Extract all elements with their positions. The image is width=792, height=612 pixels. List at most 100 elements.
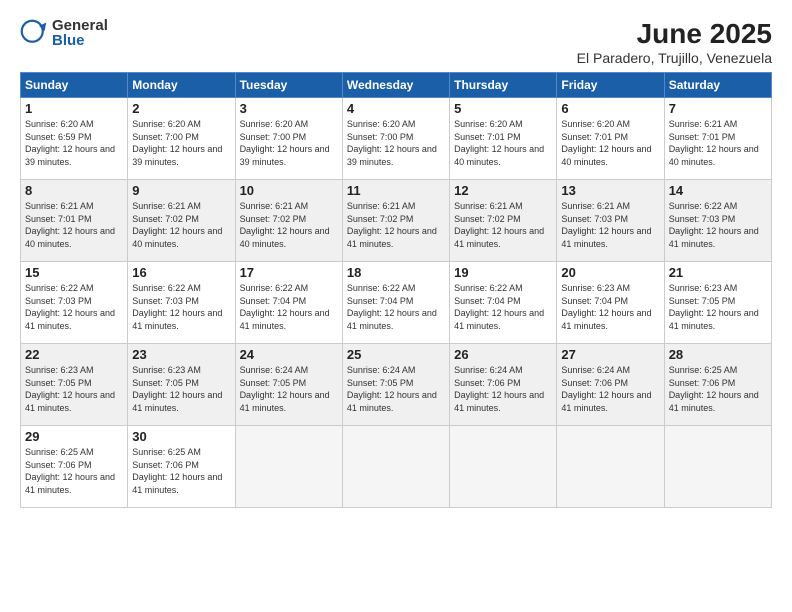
col-monday: Monday — [128, 73, 235, 98]
logo-icon — [20, 19, 48, 47]
day-info: Sunrise: 6:20 AMSunset: 6:59 PMDaylight:… — [25, 118, 123, 168]
day-info: Sunrise: 6:22 AMSunset: 7:03 PMDaylight:… — [669, 200, 767, 250]
table-row: 23 Sunrise: 6:23 AMSunset: 7:05 PMDayligh… — [128, 344, 235, 426]
day-info: Sunrise: 6:22 AMSunset: 7:03 PMDaylight:… — [25, 282, 123, 332]
table-row: 18 Sunrise: 6:22 AMSunset: 7:04 PMDayligh… — [342, 262, 449, 344]
location: El Paradero, Trujillo, Venezuela — [577, 50, 772, 66]
day-info: Sunrise: 6:21 AMSunset: 7:01 PMDaylight:… — [669, 118, 767, 168]
day-info: Sunrise: 6:22 AMSunset: 7:04 PMDaylight:… — [347, 282, 445, 332]
day-info: Sunrise: 6:21 AMSunset: 7:02 PMDaylight:… — [240, 200, 338, 250]
logo-text: General Blue — [52, 18, 108, 48]
day-info: Sunrise: 6:21 AMSunset: 7:03 PMDaylight:… — [561, 200, 659, 250]
table-row: 17Sunrise: 6:22 AMSunset: 7:04 PMDayligh… — [235, 262, 342, 344]
calendar-week-row: 8 Sunrise: 6:21 AMSunset: 7:01 PMDaylight… — [21, 180, 772, 262]
header: General Blue June 2025 El Paradero, Truj… — [20, 18, 772, 66]
day-number: 22 — [25, 347, 123, 362]
table-row — [557, 426, 664, 508]
day-info: Sunrise: 6:20 AMSunset: 7:00 PMDaylight:… — [347, 118, 445, 168]
col-saturday: Saturday — [664, 73, 771, 98]
day-info: Sunrise: 6:24 AMSunset: 7:05 PMDaylight:… — [240, 364, 338, 414]
table-row: 30Sunrise: 6:25 AMSunset: 7:06 PMDayligh… — [128, 426, 235, 508]
calendar-table: Sunday Monday Tuesday Wednesday Thursday… — [20, 72, 772, 508]
day-info: Sunrise: 6:24 AMSunset: 7:06 PMDaylight:… — [561, 364, 659, 414]
day-number: 27 — [561, 347, 659, 362]
day-number: 8 — [25, 183, 123, 198]
day-number: 1 — [25, 101, 123, 116]
day-info: Sunrise: 6:23 AMSunset: 7:05 PMDaylight:… — [25, 364, 123, 414]
table-row: 12 Sunrise: 6:21 AMSunset: 7:02 PMDayligh… — [450, 180, 557, 262]
table-row: 28Sunrise: 6:25 AMSunset: 7:06 PMDayligh… — [664, 344, 771, 426]
day-info: Sunrise: 6:24 AMSunset: 7:06 PMDaylight:… — [454, 364, 552, 414]
day-number: 17 — [240, 265, 338, 280]
day-number: 11 — [347, 183, 445, 198]
logo-blue-text: Blue — [52, 33, 108, 48]
calendar-header-row: Sunday Monday Tuesday Wednesday Thursday… — [21, 73, 772, 98]
table-row: 8 Sunrise: 6:21 AMSunset: 7:01 PMDaylight… — [21, 180, 128, 262]
day-number: 6 — [561, 101, 659, 116]
table-row: 13 Sunrise: 6:21 AMSunset: 7:03 PMDayligh… — [557, 180, 664, 262]
day-info: Sunrise: 6:20 AMSunset: 7:00 PMDaylight:… — [240, 118, 338, 168]
day-info: Sunrise: 6:25 AMSunset: 7:06 PMDaylight:… — [25, 446, 123, 496]
table-row: 5Sunrise: 6:20 AMSunset: 7:01 PMDaylight… — [450, 98, 557, 180]
col-tuesday: Tuesday — [235, 73, 342, 98]
table-row: 29 Sunrise: 6:25 AMSunset: 7:06 PMDayligh… — [21, 426, 128, 508]
day-info: Sunrise: 6:20 AMSunset: 7:01 PMDaylight:… — [454, 118, 552, 168]
table-row: 7Sunrise: 6:21 AMSunset: 7:01 PMDaylight… — [664, 98, 771, 180]
day-number: 21 — [669, 265, 767, 280]
day-info: Sunrise: 6:23 AMSunset: 7:05 PMDaylight:… — [669, 282, 767, 332]
day-number: 2 — [132, 101, 230, 116]
day-number: 26 — [454, 347, 552, 362]
day-number: 25 — [347, 347, 445, 362]
day-number: 15 — [25, 265, 123, 280]
day-info: Sunrise: 6:21 AMSunset: 7:02 PMDaylight:… — [132, 200, 230, 250]
day-number: 23 — [132, 347, 230, 362]
day-number: 12 — [454, 183, 552, 198]
table-row: 21 Sunrise: 6:23 AMSunset: 7:05 PMDayligh… — [664, 262, 771, 344]
table-row: 3Sunrise: 6:20 AMSunset: 7:00 PMDaylight… — [235, 98, 342, 180]
calendar-week-row: 1 Sunrise: 6:20 AMSunset: 6:59 PMDaylight… — [21, 98, 772, 180]
day-number: 29 — [25, 429, 123, 444]
table-row: 4 Sunrise: 6:20 AMSunset: 7:00 PMDaylight… — [342, 98, 449, 180]
day-number: 20 — [561, 265, 659, 280]
col-sunday: Sunday — [21, 73, 128, 98]
table-row — [450, 426, 557, 508]
day-info: Sunrise: 6:20 AMSunset: 7:00 PMDaylight:… — [132, 118, 230, 168]
logo: General Blue — [20, 18, 108, 48]
table-row: 6Sunrise: 6:20 AMSunset: 7:01 PMDaylight… — [557, 98, 664, 180]
table-row — [235, 426, 342, 508]
calendar-week-row: 29 Sunrise: 6:25 AMSunset: 7:06 PMDayligh… — [21, 426, 772, 508]
table-row: 24 Sunrise: 6:24 AMSunset: 7:05 PMDayligh… — [235, 344, 342, 426]
day-number: 18 — [347, 265, 445, 280]
table-row: 14 Sunrise: 6:22 AMSunset: 7:03 PMDayligh… — [664, 180, 771, 262]
day-info: Sunrise: 6:24 AMSunset: 7:05 PMDaylight:… — [347, 364, 445, 414]
day-number: 16 — [132, 265, 230, 280]
day-number: 30 — [132, 429, 230, 444]
col-wednesday: Wednesday — [342, 73, 449, 98]
logo-general-text: General — [52, 18, 108, 33]
day-number: 24 — [240, 347, 338, 362]
table-row: 25 Sunrise: 6:24 AMSunset: 7:05 PMDayligh… — [342, 344, 449, 426]
table-row — [664, 426, 771, 508]
calendar-week-row: 15 Sunrise: 6:22 AMSunset: 7:03 PMDayligh… — [21, 262, 772, 344]
col-friday: Friday — [557, 73, 664, 98]
day-number: 28 — [669, 347, 767, 362]
table-row: 27 Sunrise: 6:24 AMSunset: 7:06 PMDayligh… — [557, 344, 664, 426]
table-row: 20 Sunrise: 6:23 AMSunset: 7:04 PMDayligh… — [557, 262, 664, 344]
day-info: Sunrise: 6:21 AMSunset: 7:02 PMDaylight:… — [347, 200, 445, 250]
table-row: 15 Sunrise: 6:22 AMSunset: 7:03 PMDayligh… — [21, 262, 128, 344]
day-info: Sunrise: 6:21 AMSunset: 7:01 PMDaylight:… — [25, 200, 123, 250]
table-row — [342, 426, 449, 508]
day-info: Sunrise: 6:23 AMSunset: 7:05 PMDaylight:… — [132, 364, 230, 414]
day-number: 13 — [561, 183, 659, 198]
day-info: Sunrise: 6:23 AMSunset: 7:04 PMDaylight:… — [561, 282, 659, 332]
table-row: 11 Sunrise: 6:21 AMSunset: 7:02 PMDayligh… — [342, 180, 449, 262]
day-number: 9 — [132, 183, 230, 198]
day-info: Sunrise: 6:21 AMSunset: 7:02 PMDaylight:… — [454, 200, 552, 250]
table-row: 9 Sunrise: 6:21 AMSunset: 7:02 PMDaylight… — [128, 180, 235, 262]
day-number: 14 — [669, 183, 767, 198]
day-info: Sunrise: 6:22 AMSunset: 7:03 PMDaylight:… — [132, 282, 230, 332]
month-title: June 2025 — [577, 18, 772, 50]
table-row: 10Sunrise: 6:21 AMSunset: 7:02 PMDayligh… — [235, 180, 342, 262]
day-number: 4 — [347, 101, 445, 116]
table-row: 16 Sunrise: 6:22 AMSunset: 7:03 PMDayligh… — [128, 262, 235, 344]
